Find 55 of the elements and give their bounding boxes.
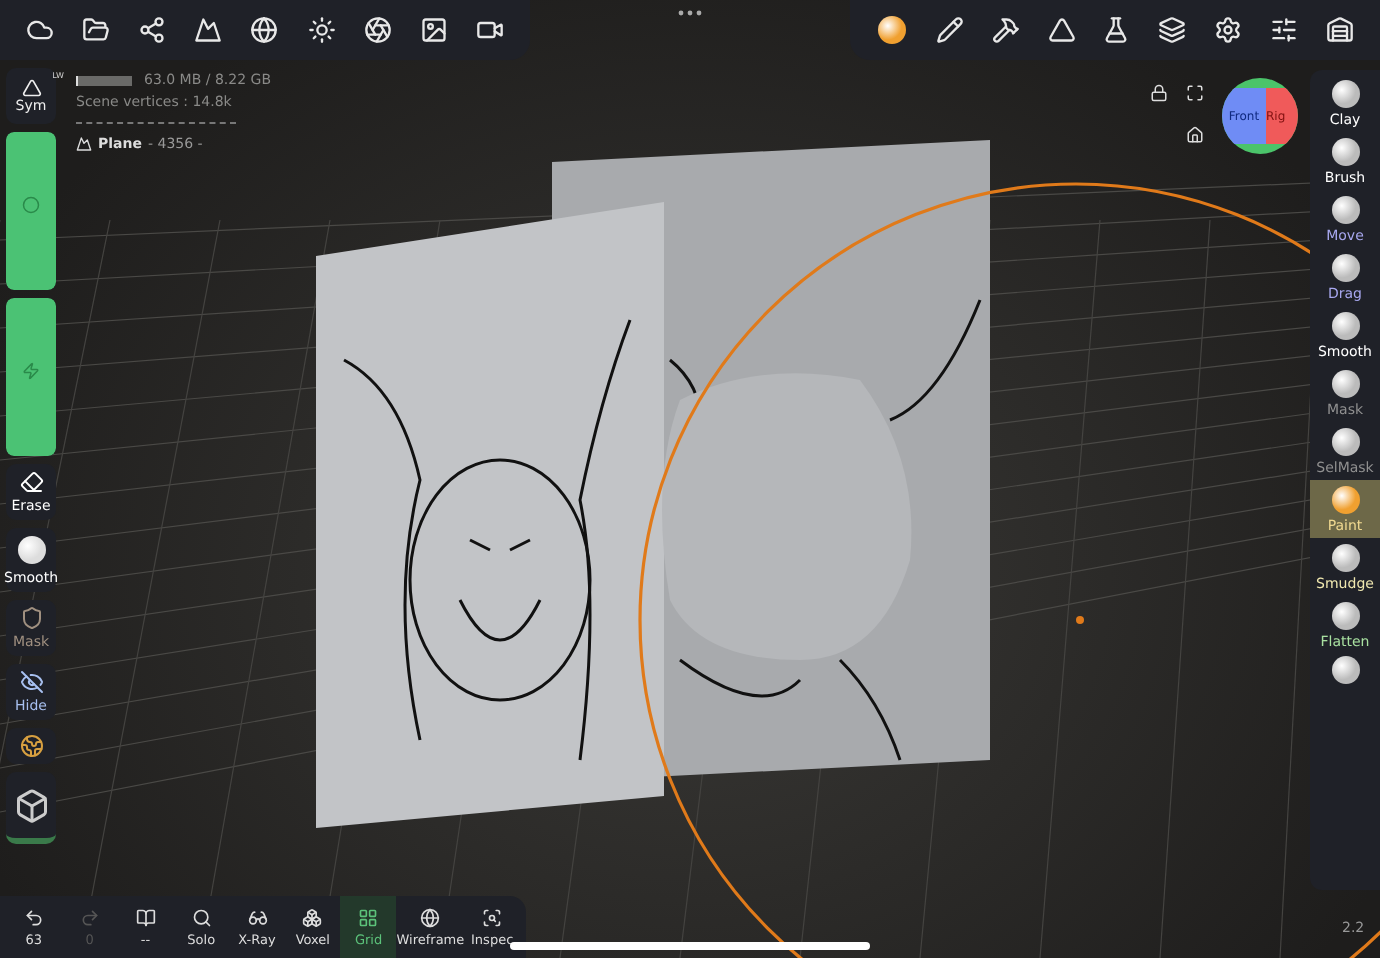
globe-icon xyxy=(19,734,43,758)
video-icon[interactable] xyxy=(475,16,504,44)
brush-sphere-icon xyxy=(1329,600,1361,632)
material-icon xyxy=(875,14,908,46)
hammer-icon[interactable] xyxy=(991,16,1020,44)
globe-icon[interactable] xyxy=(250,16,279,44)
brush-sphere-icon xyxy=(1329,252,1361,284)
more-icon[interactable] xyxy=(678,10,702,16)
view-cube-button[interactable] xyxy=(6,772,56,844)
image-icon[interactable] xyxy=(419,16,448,44)
flask-icon[interactable] xyxy=(1102,16,1131,44)
memory-bar xyxy=(76,75,132,85)
lightning-icon xyxy=(22,362,40,380)
cloud-icon[interactable] xyxy=(26,16,55,44)
sliders-icon[interactable] xyxy=(1270,16,1299,44)
share-icon[interactable] xyxy=(138,16,167,44)
search-icon xyxy=(191,907,212,927)
fullscreen-icon[interactable] xyxy=(1186,84,1204,102)
folder-icon[interactable] xyxy=(82,16,111,44)
cube-icon xyxy=(13,787,49,823)
brush-sphere-icon xyxy=(1329,136,1361,168)
brush-center-dot xyxy=(1076,616,1084,624)
aperture-icon[interactable] xyxy=(363,16,392,44)
brush-sphere-icon xyxy=(1329,426,1361,458)
hidden-eye-icon xyxy=(19,670,43,694)
wireframe-globe-icon xyxy=(420,907,441,927)
brush-sphere-icon xyxy=(1329,484,1361,516)
glasses-icon xyxy=(247,907,267,927)
eraser-icon xyxy=(19,470,43,494)
brush-sphere-icon xyxy=(1329,78,1361,110)
settings[interactable] xyxy=(1214,16,1243,44)
brush-sphere-icon xyxy=(1329,310,1361,342)
triangle-icon xyxy=(21,78,41,98)
redo-icon xyxy=(79,907,100,927)
inspect-icon xyxy=(482,907,503,927)
layers-icon[interactable] xyxy=(1158,16,1187,44)
brush-sphere-icon xyxy=(1329,194,1361,226)
brush-sphere-icon xyxy=(1329,654,1361,686)
lock-icon[interactable] xyxy=(1150,84,1168,102)
book-icon xyxy=(135,907,156,927)
shield-icon xyxy=(19,606,43,630)
home-icon[interactable] xyxy=(1186,126,1204,144)
brush-slider[interactable] xyxy=(6,298,56,456)
mountain-icon[interactable] xyxy=(194,16,223,44)
smooth-icon xyxy=(15,534,47,566)
brush-sphere-icon xyxy=(1329,542,1361,574)
sun-icon[interactable] xyxy=(307,16,336,44)
brush-slider[interactable] xyxy=(6,132,56,290)
undo-icon xyxy=(23,907,44,927)
brush-sphere-icon xyxy=(1329,368,1361,400)
triangle-icon[interactable] xyxy=(1047,16,1076,44)
pencil-icon[interactable] xyxy=(935,16,964,44)
circle-icon xyxy=(22,196,40,214)
mesh-icon xyxy=(76,136,92,152)
tool-button[interactable] xyxy=(6,728,56,764)
